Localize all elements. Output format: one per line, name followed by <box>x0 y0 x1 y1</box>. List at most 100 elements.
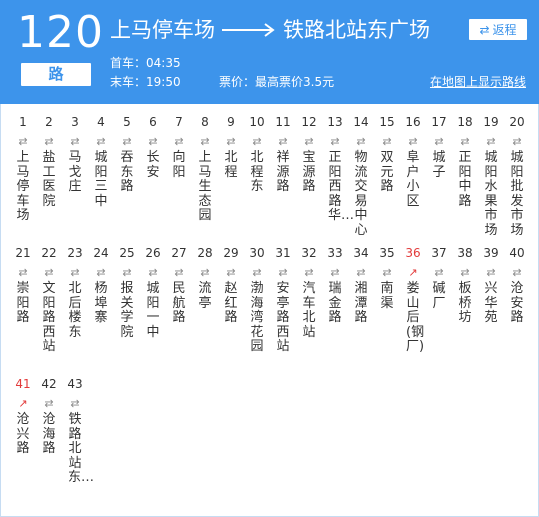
stop-name: 报关学院 <box>120 281 134 340</box>
stop-item[interactable]: 16 ⇄ 阜户小区 <box>401 115 425 209</box>
stop-item[interactable]: 30 ⇄ 渤海湾花园 <box>245 246 269 355</box>
stop-item[interactable]: 22 ⇄ 文阳路西站 <box>37 246 61 355</box>
stop-number: 2 <box>45 115 53 129</box>
stop-name: 城阳水果市场 <box>484 150 498 238</box>
stop-number: 31 <box>275 246 291 260</box>
stop-item[interactable]: 37 ⇄ 碱厂 <box>427 246 451 311</box>
two-way-arrow-icon: ⇄ <box>148 135 158 148</box>
two-way-arrow-icon: ⇄ <box>460 266 470 279</box>
stop-item[interactable]: 4 ⇄ 城阳三中 <box>89 115 113 209</box>
stop-item[interactable]: 39 ⇄ 兴华苑 <box>479 246 503 326</box>
route-number: 120 <box>17 7 104 58</box>
stop-name: 铁路北站东… <box>68 412 95 485</box>
stop-name: 上马生态园 <box>198 150 212 223</box>
stop-item[interactable]: 38 ⇄ 板桥坊 <box>453 246 477 326</box>
two-way-arrow-icon: ⇄ <box>356 135 366 148</box>
stop-name: 吞东路 <box>120 150 134 194</box>
stop-item[interactable]: 5 ⇄ 吞东路 <box>115 115 139 195</box>
reverse-label: 返程 <box>492 23 517 37</box>
stop-number: 1 <box>19 115 27 129</box>
stop-number: 21 <box>15 246 31 260</box>
two-way-arrow-icon: ⇄ <box>382 266 392 279</box>
stop-item[interactable]: 13 ⇄ 正阳西路华… <box>323 115 354 224</box>
stop-item[interactable]: 20 ⇄ 城阳批发市场 <box>505 115 529 238</box>
stop-number: 33 <box>327 246 343 260</box>
two-way-arrow-icon: ⇄ <box>486 135 496 148</box>
route-title: 上马停车场 铁路北站东广场 <box>110 13 430 47</box>
stop-item[interactable]: 42 ⇄ 沧海路 <box>37 377 61 457</box>
two-way-arrow-icon: ⇄ <box>226 266 236 279</box>
stop-number: 24 <box>93 246 109 260</box>
stop-item[interactable]: 9 ⇄ 北程 <box>219 115 243 180</box>
stop-number: 17 <box>431 115 447 129</box>
stop-item[interactable]: 18 ⇄ 正阳中路 <box>453 115 477 209</box>
stop-name: 湘潭路 <box>354 281 368 325</box>
two-way-arrow-icon: ⇄ <box>434 266 444 279</box>
stop-item[interactable]: 12 ⇄ 宝源路 <box>297 115 321 195</box>
stop-item[interactable]: 32 ⇄ 汽车北站 <box>297 246 321 340</box>
stop-item[interactable]: 2 ⇄ 盐工医院 <box>37 115 61 209</box>
stop-item[interactable]: 11 ⇄ 祥源路 <box>271 115 295 195</box>
two-way-arrow-icon: ⇄ <box>18 135 28 148</box>
destination-stop: 铁路北站东广场 <box>283 18 430 42</box>
stop-number: 38 <box>457 246 473 260</box>
stop-name: 杨埠寨 <box>94 281 108 325</box>
stop-item[interactable]: 43 ⇄ 铁路北站东… <box>63 377 95 486</box>
stop-number: 22 <box>41 246 57 260</box>
stop-item[interactable]: 24 ⇄ 杨埠寨 <box>89 246 113 326</box>
stop-number: 7 <box>175 115 183 129</box>
stop-item[interactable]: 31 ⇄ 安亭路西站 <box>271 246 295 355</box>
stop-name: 文阳路西站 <box>42 281 56 354</box>
stop-item[interactable]: 15 ⇄ 双元路 <box>375 115 399 195</box>
stop-item[interactable]: 23 ⇄ 北后楼东 <box>63 246 87 340</box>
stop-item[interactable]: 3 ⇄ 马戈庄 <box>63 115 87 195</box>
reverse-direction-button[interactable]: ⇄ 返程 <box>469 19 527 40</box>
two-way-arrow-icon: ⇄ <box>330 135 340 148</box>
two-way-arrow-icon: ⇄ <box>512 266 522 279</box>
stop-item[interactable]: 17 ⇄ 城子 <box>427 115 451 180</box>
stop-item[interactable]: 28 ⇄ 流亭 <box>193 246 217 311</box>
stop-item[interactable]: 25 ⇄ 报关学院 <box>115 246 139 340</box>
two-way-arrow-icon: ⇄ <box>304 266 314 279</box>
two-way-arrow-icon: ⇄ <box>96 135 106 148</box>
stop-item[interactable]: 8 ⇄ 上马生态园 <box>193 115 217 224</box>
stop-number: 11 <box>275 115 291 129</box>
stop-item[interactable]: 41 ↗ 沧兴路 <box>11 377 35 457</box>
stop-item[interactable]: 10 ⇄ 北程东 <box>245 115 269 195</box>
two-way-arrow-icon: ⇄ <box>44 397 54 410</box>
one-way-arrow-icon: ↗ <box>408 266 418 279</box>
stop-item[interactable]: 19 ⇄ 城阳水果市场 <box>479 115 503 238</box>
two-way-arrow-icon: ⇄ <box>70 266 80 279</box>
stop-item[interactable]: 14 ⇄ 物流交易中心 <box>349 115 373 238</box>
stop-item[interactable]: 36 ↗ 娄山后(钢厂) <box>401 246 425 355</box>
stop-name: 安亭路西站 <box>276 281 290 354</box>
show-route-on-map-link[interactable]: 在地图上显示路线 <box>430 74 526 90</box>
stop-name: 崇阳路 <box>16 281 30 325</box>
two-way-arrow-icon: ⇄ <box>148 266 158 279</box>
two-way-arrow-icon: ⇄ <box>252 266 262 279</box>
stop-item[interactable]: 26 ⇄ 城阳一中 <box>141 246 165 340</box>
stop-item[interactable]: 27 ⇄ 民航路 <box>167 246 191 326</box>
two-way-arrow-icon: ⇄ <box>44 135 54 148</box>
stop-item[interactable]: 21 ⇄ 崇阳路 <box>11 246 35 326</box>
stop-item[interactable]: 6 ⇄ 长安 <box>141 115 165 180</box>
right-arrow-icon <box>222 23 275 37</box>
stop-name: 北后楼东 <box>68 281 82 340</box>
swap-icon: ⇄ <box>479 22 490 37</box>
stop-number: 39 <box>483 246 499 260</box>
stop-item[interactable]: 33 ⇄ 瑞金路 <box>323 246 347 326</box>
stop-item[interactable]: 1 ⇄ 上马停车场 <box>11 115 35 224</box>
stop-name: 沧兴路 <box>16 412 30 456</box>
stop-item[interactable]: 7 ⇄ 向阳 <box>167 115 191 180</box>
stop-number: 12 <box>301 115 317 129</box>
stop-name: 盐工医院 <box>42 150 56 209</box>
stop-name: 民航路 <box>172 281 186 325</box>
two-way-arrow-icon: ⇄ <box>278 266 288 279</box>
stop-item[interactable]: 29 ⇄ 赵红路 <box>219 246 243 326</box>
stop-item[interactable]: 40 ⇄ 沧安路 <box>505 246 529 326</box>
stop-name: 娄山后(钢厂) <box>406 281 425 354</box>
stop-number: 30 <box>249 246 265 260</box>
stop-number: 23 <box>67 246 83 260</box>
stop-item[interactable]: 34 ⇄ 湘潭路 <box>349 246 373 326</box>
stop-item[interactable]: 35 ⇄ 南渠 <box>375 246 399 311</box>
